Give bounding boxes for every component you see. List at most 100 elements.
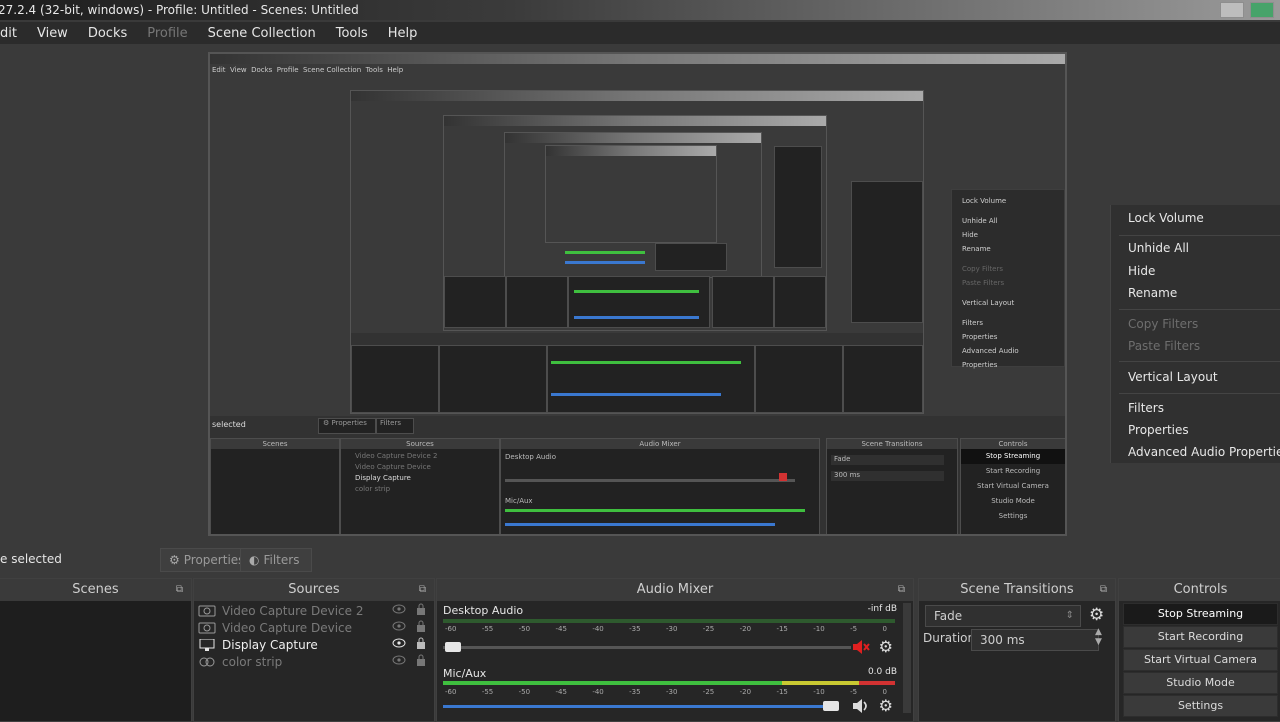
scenes-list[interactable] — [0, 601, 191, 721]
eye-icon[interactable] — [392, 638, 406, 648]
nested-filters-button: Filters — [376, 418, 414, 434]
ctx-advanced-audio-properties[interactable]: Advanced Audio Properties — [1128, 445, 1280, 459]
source-item[interactable]: Video Capture Device 2 — [198, 602, 425, 619]
gear-icon[interactable]: ⚙ — [879, 637, 893, 656]
scenes-dock: Scenes ⧉ — [0, 578, 192, 722]
scene-transitions-dock: Scene Transitions ⧉ Fade ⇕ ⚙ Duration 30… — [918, 578, 1116, 722]
lock-icon[interactable] — [416, 654, 426, 666]
source-item[interactable]: Video Capture Device — [198, 619, 425, 636]
duration-input[interactable]: 300 ms — [971, 629, 1099, 651]
nested-sources-title: Sources — [341, 439, 499, 449]
lock-icon[interactable] — [416, 637, 426, 649]
monitor-icon — [199, 638, 215, 651]
ctx-properties[interactable]: Properties — [1128, 423, 1189, 437]
channel-db: 0.0 dB — [867, 667, 897, 677]
start-recording-button[interactable]: Start Recording — [1123, 626, 1278, 648]
volume-slider-handle[interactable] — [823, 701, 839, 711]
source-label: Video Capture Device 2 — [222, 603, 364, 618]
mixer-channels: Desktop Audio -inf dB -60 -55 -50 -45 -40 -35… — [437, 601, 901, 721]
nested-duration-value: 300 ms — [831, 471, 944, 481]
volume-meter — [443, 619, 895, 623]
nested-controls-title: Controls — [961, 439, 1065, 449]
speaker-icon[interactable] — [851, 698, 871, 714]
nested-menu: Edit View Docks Profile Scene Collection… — [212, 66, 404, 74]
filters-label: Filters — [263, 553, 300, 567]
ctx-rename[interactable]: Rename — [1128, 286, 1177, 300]
ctx-filters[interactable]: Filters — [1128, 401, 1164, 415]
scrollbar[interactable] — [903, 603, 911, 713]
gear-icon[interactable]: ⚙ — [1089, 605, 1104, 625]
float-icon[interactable]: ⧉ — [176, 579, 183, 601]
sources-title: Sources — [288, 582, 340, 597]
ctx-lock-volume[interactable]: Lock Volume — [1128, 211, 1204, 225]
filters-button[interactable]: ◐ Filters — [240, 548, 312, 572]
ctx-copy-filters[interactable]: Copy Filters — [1128, 317, 1198, 331]
eye-icon[interactable] — [392, 604, 406, 614]
volume-meter — [443, 681, 895, 685]
nested-ctx-item: Filters — [962, 319, 983, 327]
nested-ctx-item: Paste Filters — [962, 279, 1005, 287]
nested-audio-title: Audio Mixer — [501, 439, 819, 449]
float-icon[interactable]: ⧉ — [1100, 579, 1107, 601]
channel-db: -inf dB — [867, 604, 897, 614]
menu-profile[interactable]: Profile — [137, 26, 197, 41]
nested-ctx-item: Properties — [962, 333, 998, 341]
ctx-unhide-all[interactable]: Unhide All — [1128, 241, 1189, 255]
eye-icon[interactable] — [392, 655, 406, 665]
preview-canvas[interactable]: Edit View Docks Profile Scene Collection… — [208, 52, 1067, 536]
audio-mixer-title: Audio Mixer — [636, 582, 714, 597]
menu-tools[interactable]: Tools — [326, 26, 378, 41]
sources-header: Sources ⧉ — [194, 579, 434, 601]
camera-icon — [198, 605, 216, 616]
speaker-muted-icon[interactable] — [851, 639, 871, 655]
selection-text: e selected — [0, 552, 62, 566]
transition-select[interactable]: Fade ⇕ — [925, 605, 1081, 627]
source-label: color strip — [222, 654, 283, 669]
menu-view[interactable]: View — [27, 26, 78, 41]
studio-mode-button[interactable]: Studio Mode — [1123, 672, 1278, 694]
menu-help[interactable]: Help — [378, 26, 428, 41]
eye-icon[interactable] — [392, 621, 406, 631]
nested-control: Studio Mode — [991, 497, 1035, 505]
ctx-paste-filters[interactable]: Paste Filters — [1128, 339, 1200, 353]
stop-streaming-button[interactable]: Stop Streaming — [1123, 603, 1278, 625]
start-virtual-camera-button[interactable]: Start Virtual Camera — [1123, 649, 1278, 671]
duration-label: Duration — [923, 631, 976, 645]
source-item[interactable]: color strip — [198, 653, 425, 670]
lock-icon[interactable] — [416, 620, 426, 632]
gear-icon[interactable]: ⚙ — [879, 696, 893, 715]
properties-button[interactable]: ⚙ Properties — [160, 548, 250, 572]
scenes-title: Scenes — [72, 582, 119, 597]
float-icon[interactable]: ⧉ — [419, 579, 426, 601]
nested-ctx-item: Copy Filters — [962, 265, 1003, 273]
nested-ctx-item: Advanced Audio Properties — [962, 347, 1019, 369]
nested-properties-button: ⚙ Properties — [318, 418, 376, 434]
float-icon[interactable]: ⧉ — [898, 579, 905, 601]
menu-docks[interactable]: Docks — [78, 26, 137, 41]
title-bar: 27.2.4 (32-bit, windows) - Profile: Unti… — [0, 0, 1280, 20]
window-controls — [1220, 2, 1274, 18]
ctx-hide[interactable]: Hide — [1128, 264, 1155, 278]
stepper-icon[interactable]: ▲ ▼ — [1095, 627, 1102, 647]
audio-mixer-dock: Audio Mixer ⧉ Desktop Audio -inf dB -60-… — [436, 578, 914, 722]
nested-source-item: Video Capture Device 2 — [355, 452, 438, 460]
context-menu: Lock Volume Unhide All Hide Rename Copy … — [1110, 205, 1280, 463]
volume-slider-handle[interactable] — [445, 642, 461, 652]
volume-slider[interactable] — [443, 705, 831, 708]
menu-scene-collection[interactable]: Scene Collection — [198, 26, 326, 41]
minimize-button[interactable] — [1220, 2, 1244, 18]
close-button[interactable] — [1250, 2, 1274, 18]
nested-control: Start Recording — [985, 467, 1041, 475]
nested-source-item: Video Capture Device — [355, 463, 431, 471]
channel-name: Desktop Audio — [443, 604, 524, 617]
nested-source-item: Display Capture — [355, 474, 411, 482]
nested-sources-dock: Sources Video Capture Device 2 Video Cap… — [340, 438, 500, 534]
source-item[interactable]: Display Capture — [198, 636, 425, 653]
chevron-updown-icon: ⇕ — [1065, 610, 1074, 621]
lock-icon[interactable] — [416, 603, 426, 615]
ctx-vertical-layout[interactable]: Vertical Layout — [1128, 370, 1218, 384]
volume-slider[interactable] — [443, 646, 851, 649]
filter-icon: ◐ — [249, 553, 260, 567]
settings-button[interactable]: Settings — [1123, 695, 1278, 717]
menu-edit[interactable]: dit — [0, 26, 27, 41]
